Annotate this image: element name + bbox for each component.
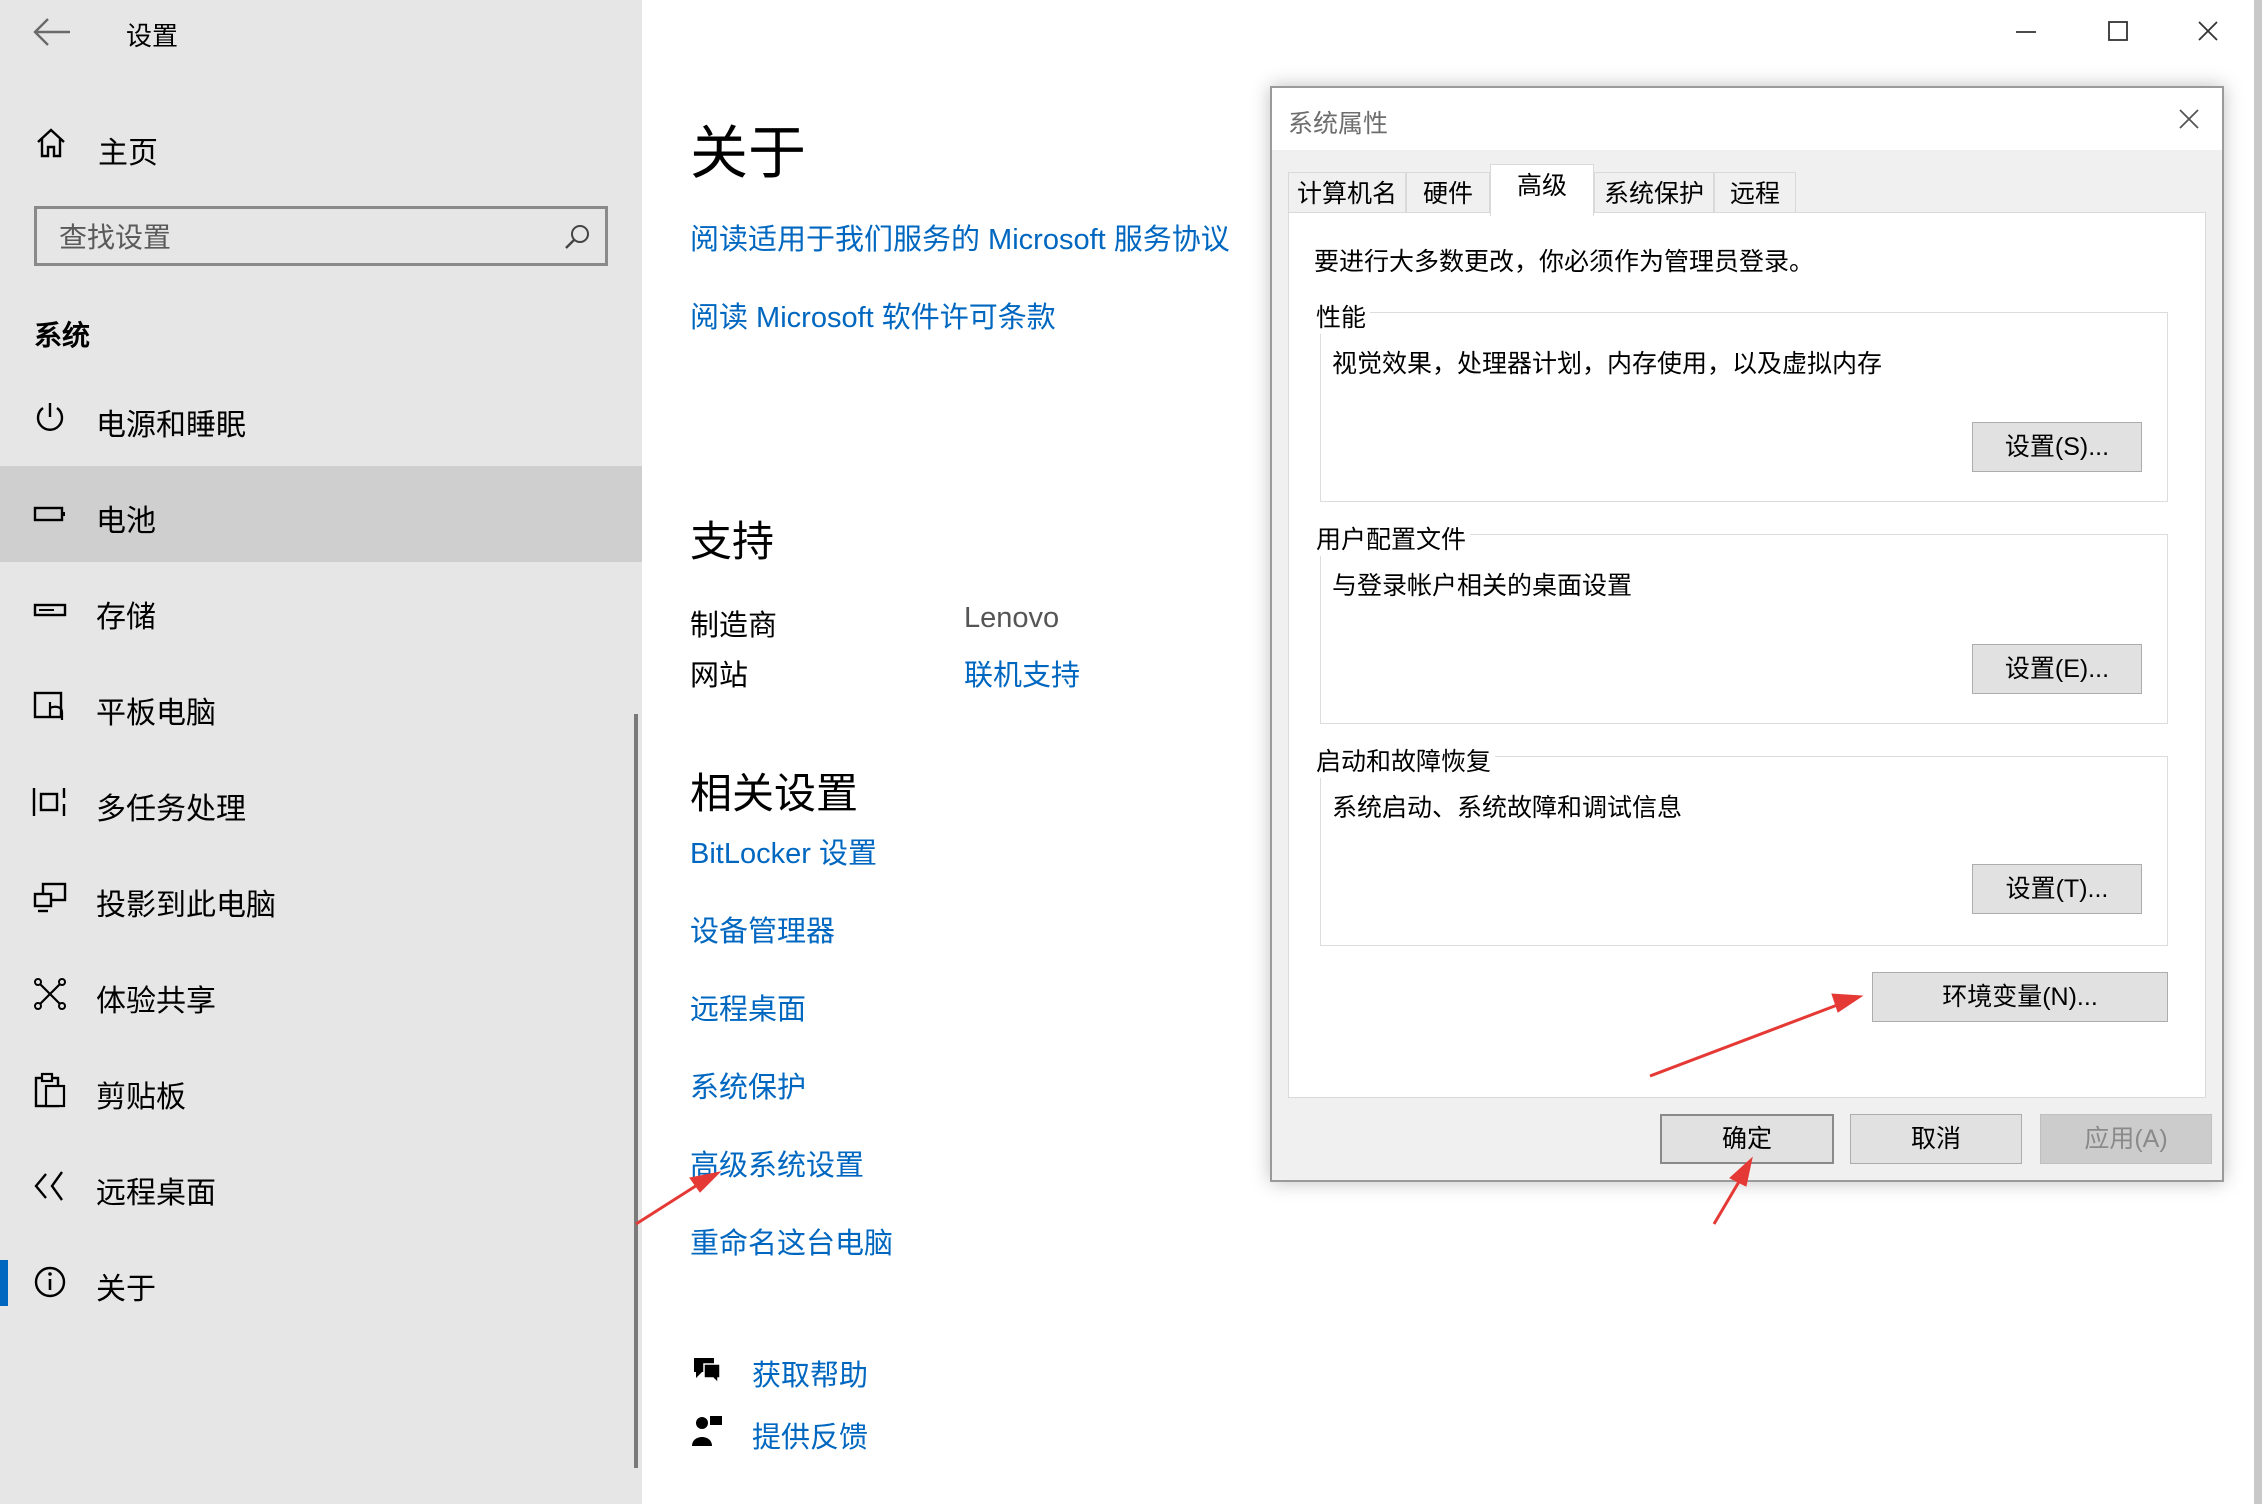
website-label: 网站 bbox=[690, 660, 749, 692]
manufacturer-value: Lenovo bbox=[964, 602, 1060, 634]
power-icon bbox=[36, 403, 64, 431]
sidebar-item-remote-desktop[interactable]: 远程桌面 bbox=[0, 1138, 642, 1234]
startup-recovery-settings-button[interactable]: 设置(T)... bbox=[1972, 864, 2142, 914]
link-device-manager[interactable]: 设备管理器 bbox=[690, 908, 835, 950]
tab-computer-name[interactable]: 计算机名 bbox=[1288, 172, 1406, 214]
environment-variables-button[interactable]: 环境变量(N)... bbox=[1872, 972, 2168, 1022]
info-icon bbox=[34, 1266, 66, 1298]
user-profiles-desc: 与登录帐户相关的桌面设置 bbox=[1332, 572, 1633, 600]
manufacturer-label: 制造商 bbox=[690, 610, 778, 642]
sidebar-item-projecting[interactable]: 投影到此电脑 bbox=[0, 850, 642, 946]
home-icon bbox=[37, 128, 65, 158]
startup-recovery-title: 启动和故障恢复 bbox=[1316, 742, 1496, 778]
section-title-system: 系统 bbox=[34, 320, 91, 351]
user-profiles-settings-button[interactable]: 设置(E)... bbox=[1972, 644, 2142, 694]
tab-advanced[interactable]: 高级 bbox=[1490, 164, 1594, 216]
page-title: 关于 bbox=[690, 121, 807, 186]
sidebar-item-label: 平板电脑 bbox=[96, 697, 216, 730]
sidebar-scrollbar[interactable] bbox=[634, 714, 638, 1468]
help-chat-icon bbox=[694, 1358, 721, 1385]
battery-icon bbox=[33, 506, 65, 522]
minimize-icon[interactable] bbox=[2002, 14, 2050, 50]
app-title: 设置 bbox=[126, 21, 179, 51]
sidebar-item-clipboard[interactable]: 剪贴板 bbox=[0, 1042, 642, 1138]
back-arrow-icon[interactable] bbox=[30, 14, 74, 50]
cancel-button[interactable]: 取消 bbox=[1850, 1114, 2022, 1164]
related-settings-heading: 相关设置 bbox=[690, 770, 859, 817]
performance-settings-button[interactable]: 设置(S)... bbox=[1972, 422, 2142, 472]
sidebar-item-storage[interactable]: 存储 bbox=[0, 562, 642, 658]
startup-recovery-group bbox=[1320, 756, 2168, 946]
link-service-agreement[interactable]: 阅读适用于我们服务的 Microsoft 服务协议 bbox=[690, 216, 1230, 258]
link-advanced-system-settings[interactable]: 高级系统设置 bbox=[690, 1142, 864, 1184]
sidebar-item-battery[interactable]: 电池 bbox=[0, 466, 642, 562]
startup-recovery-desc: 系统启动、系统故障和调试信息 bbox=[1332, 794, 1683, 822]
dialog-close-icon[interactable] bbox=[2172, 102, 2206, 136]
admin-note: 要进行大多数更改，你必须作为管理员登录。 bbox=[1314, 248, 1815, 276]
settings-sidebar: 设置 主页 系统 电源和睡眠 电池 存储 bbox=[0, 0, 642, 1504]
home-label: 主页 bbox=[98, 137, 158, 170]
link-feedback[interactable]: 提供反馈 bbox=[752, 1414, 868, 1456]
link-get-help[interactable]: 获取帮助 bbox=[752, 1352, 868, 1394]
shared-experiences-icon bbox=[34, 978, 66, 1010]
sidebar-item-label: 体验共享 bbox=[96, 985, 216, 1018]
feedback-icon bbox=[692, 1416, 722, 1446]
sidebar-item-label: 电池 bbox=[96, 505, 156, 538]
sidebar-item-power-sleep[interactable]: 电源和睡眠 bbox=[0, 370, 642, 466]
link-online-support[interactable]: 联机支持 bbox=[964, 652, 1080, 694]
apply-button[interactable]: 应用(A) bbox=[2040, 1114, 2212, 1164]
multitasking-icon bbox=[32, 788, 66, 816]
performance-desc: 视觉效果，处理器计划，内存使用，以及虚拟内存 bbox=[1332, 350, 1883, 378]
sidebar-item-label: 投影到此电脑 bbox=[96, 889, 276, 922]
clipboard-icon bbox=[34, 1072, 66, 1108]
sidebar-item-shared-experiences[interactable]: 体验共享 bbox=[0, 946, 642, 1042]
sidebar-item-home[interactable]: 主页 bbox=[0, 108, 642, 178]
projecting-icon bbox=[33, 882, 67, 913]
tab-remote[interactable]: 远程 bbox=[1714, 172, 1796, 214]
performance-group bbox=[1320, 312, 2168, 502]
system-properties-dialog: 系统属性 计算机名 硬件 高级 系统保护 远程 要进行大多数更改，你必须作为管理… bbox=[1270, 86, 2224, 1182]
support-heading: 支持 bbox=[690, 518, 775, 565]
sidebar-item-label: 多任务处理 bbox=[96, 793, 246, 826]
tab-system-protection[interactable]: 系统保护 bbox=[1594, 172, 1714, 214]
dialog-title: 系统属性 bbox=[1288, 110, 1389, 138]
search-input[interactable] bbox=[57, 217, 541, 259]
search-icon[interactable] bbox=[563, 223, 591, 251]
ok-button[interactable]: 确定 bbox=[1660, 1114, 1834, 1164]
maximize-icon[interactable] bbox=[2094, 14, 2142, 50]
sidebar-item-label: 剪贴板 bbox=[96, 1081, 186, 1114]
selection-indicator bbox=[0, 1260, 8, 1306]
sidebar-item-multitasking[interactable]: 多任务处理 bbox=[0, 754, 642, 850]
link-remote-desktop[interactable]: 远程桌面 bbox=[690, 986, 806, 1028]
storage-icon bbox=[33, 603, 67, 617]
sidebar-item-label: 电源和睡眠 bbox=[96, 409, 246, 442]
sidebar-item-label: 关于 bbox=[96, 1273, 156, 1306]
user-profiles-group bbox=[1320, 534, 2168, 724]
window-edge bbox=[2254, 0, 2262, 1504]
link-bitlocker[interactable]: BitLocker 设置 bbox=[690, 830, 877, 872]
link-system-protection[interactable]: 系统保护 bbox=[690, 1064, 806, 1106]
search-box[interactable] bbox=[34, 206, 608, 266]
performance-title: 性能 bbox=[1316, 298, 1371, 334]
link-license-terms[interactable]: 阅读 Microsoft 软件许可条款 bbox=[690, 294, 1056, 336]
sidebar-item-about[interactable]: 关于 bbox=[0, 1234, 642, 1330]
link-rename-pc[interactable]: 重命名这台电脑 bbox=[690, 1220, 893, 1262]
tablet-icon bbox=[33, 691, 64, 720]
remote-desktop-icon bbox=[34, 1171, 63, 1201]
user-profiles-title: 用户配置文件 bbox=[1316, 520, 1471, 556]
dialog-titlebar[interactable]: 系统属性 bbox=[1272, 88, 2222, 150]
sidebar-item-tablet[interactable]: 平板电脑 bbox=[0, 658, 642, 754]
sidebar-item-label: 远程桌面 bbox=[96, 1177, 216, 1210]
tab-hardware[interactable]: 硬件 bbox=[1406, 172, 1490, 214]
sidebar-item-label: 存储 bbox=[96, 601, 156, 634]
close-icon[interactable] bbox=[2184, 14, 2232, 50]
